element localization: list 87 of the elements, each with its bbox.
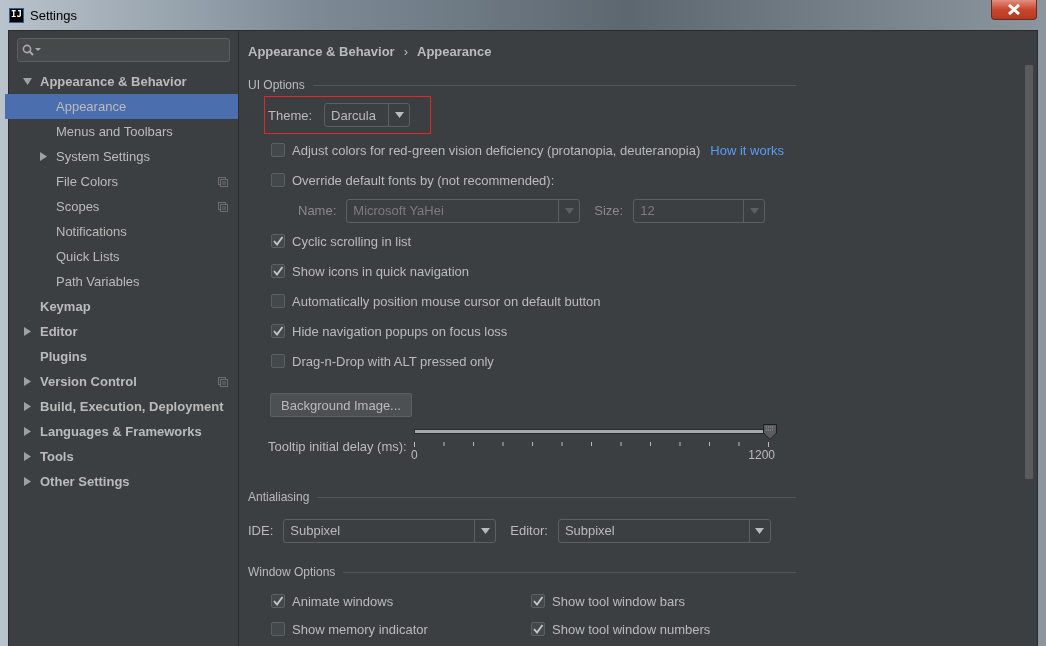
tree-item[interactable]: Path Variables: [5, 269, 238, 294]
tree-item[interactable]: Tools: [5, 444, 238, 469]
check-icon: [272, 235, 284, 247]
tree-item[interactable]: Build, Execution, Deployment: [5, 394, 238, 419]
tree-item[interactable]: Keymap: [5, 294, 238, 319]
copy-icon: [218, 202, 228, 212]
copy-icon: [218, 177, 228, 187]
slider-thumb[interactable]: [763, 424, 777, 440]
tree-item[interactable]: Languages & Frameworks: [5, 419, 238, 444]
slider-label: Tooltip initial delay (ms):: [268, 439, 408, 454]
checkbox[interactable]: [271, 143, 285, 157]
checkbox-label: Drag-n-Drop with ALT pressed only: [292, 353, 494, 369]
dropdown-arrow-icon: [480, 527, 490, 534]
checkbox-label: Show icons in quick navigation: [292, 263, 470, 279]
window-title: Settings: [30, 7, 77, 23]
tick-label: 1200: [748, 448, 775, 462]
field-label: IDE:: [248, 523, 274, 538]
field-label: Size:: [594, 203, 624, 218]
close-button[interactable]: [991, 0, 1037, 20]
check-icon: [532, 595, 544, 607]
breadcrumb-item[interactable]: Appearance & Behavior: [248, 43, 395, 59]
checkbox[interactable]: [271, 264, 285, 278]
tree-item[interactable]: Other Settings: [5, 469, 238, 494]
checkbox-label: Show tool window numbers: [552, 621, 711, 637]
tree-item[interactable]: Menus and Toolbars: [5, 119, 238, 144]
expand-arrow-icon: [39, 152, 48, 161]
checkbox[interactable]: [271, 354, 285, 368]
dropdown-arrow-icon: [755, 527, 765, 534]
tree-item[interactable]: File Colors: [5, 169, 238, 194]
check-icon: [272, 265, 284, 277]
checkbox-label: Override default fonts by (not recommended):: [292, 172, 555, 188]
checkbox-label: Adjust colors for red-green vision deficiency (protanopia, deuteranopia): [292, 142, 701, 158]
checkbox-label: Hide navigation popups on focus loss: [292, 323, 508, 339]
checkbox-label: Show memory indicator: [292, 621, 428, 637]
check-icon: [272, 325, 284, 337]
expand-arrow-icon: [23, 452, 32, 461]
check-icon: [532, 623, 544, 635]
checkbox[interactable]: [271, 234, 285, 248]
copy-icon: [218, 377, 228, 387]
checkbox[interactable]: [271, 294, 285, 308]
theme-dropdown[interactable]: Darcula: [324, 103, 411, 127]
tick-label: 0: [411, 448, 418, 462]
search-icon: [22, 44, 42, 56]
checkbox-label: Show tool window bars: [552, 593, 685, 609]
tree-item[interactable]: Quick Lists: [5, 244, 238, 269]
breadcrumb-item[interactable]: Appearance: [417, 43, 492, 59]
expand-arrow-icon: [23, 427, 32, 436]
checkbox[interactable]: [271, 324, 285, 338]
expand-arrow-icon: [23, 402, 32, 411]
checkbox-label: Animate windows: [292, 593, 394, 609]
checkbox[interactable]: [271, 622, 285, 636]
section-title: Antialiasing: [248, 490, 310, 504]
expand-arrow-icon: [23, 327, 32, 336]
dropdown[interactable]: Subpixel: [557, 518, 771, 543]
dropdown-arrow-icon: [749, 207, 759, 214]
field-label: Name:: [298, 203, 337, 218]
field-label: Editor:: [510, 523, 548, 538]
tree-item[interactable]: System Settings: [5, 144, 238, 169]
checkbox-label: Cyclic scrolling in list: [292, 233, 412, 249]
tree-item[interactable]: Notifications: [5, 219, 238, 244]
breadcrumb-separator: ›: [403, 43, 408, 59]
section-title: UI Options: [248, 78, 305, 92]
checkbox-label: Automatically position mouse cursor on default button: [292, 293, 601, 309]
expand-arrow-icon: [23, 377, 32, 386]
background-image-button[interactable]: Background Image...: [270, 393, 412, 417]
app-logo: IJ: [9, 7, 24, 23]
field-label: Theme:: [268, 107, 313, 123]
link[interactable]: How it works: [710, 142, 784, 158]
dropdown-arrow-icon: [564, 207, 574, 214]
checkbox[interactable]: [531, 622, 545, 636]
expand-arrow-icon: [23, 477, 32, 486]
tree-item[interactable]: Scopes: [5, 194, 238, 219]
dropdown-arrow-icon: [394, 112, 404, 118]
tree-item[interactable]: Version Control: [5, 369, 238, 394]
tree-item[interactable]: Editor: [5, 319, 238, 344]
scrollbar-thumb[interactable]: [1025, 65, 1033, 479]
close-icon: [1007, 4, 1021, 15]
checkbox[interactable]: [271, 594, 285, 608]
section-title: Window Options: [248, 565, 336, 579]
search-field[interactable]: [17, 38, 230, 62]
dropdown[interactable]: Subpixel: [283, 518, 497, 543]
checkbox[interactable]: [531, 594, 545, 608]
tree-item[interactable]: Appearance & Behavior: [5, 69, 238, 94]
collapse-arrow-icon: [23, 77, 32, 86]
tree-item[interactable]: Plugins: [5, 344, 238, 369]
checkbox[interactable]: [271, 173, 285, 187]
check-icon: [272, 595, 284, 607]
